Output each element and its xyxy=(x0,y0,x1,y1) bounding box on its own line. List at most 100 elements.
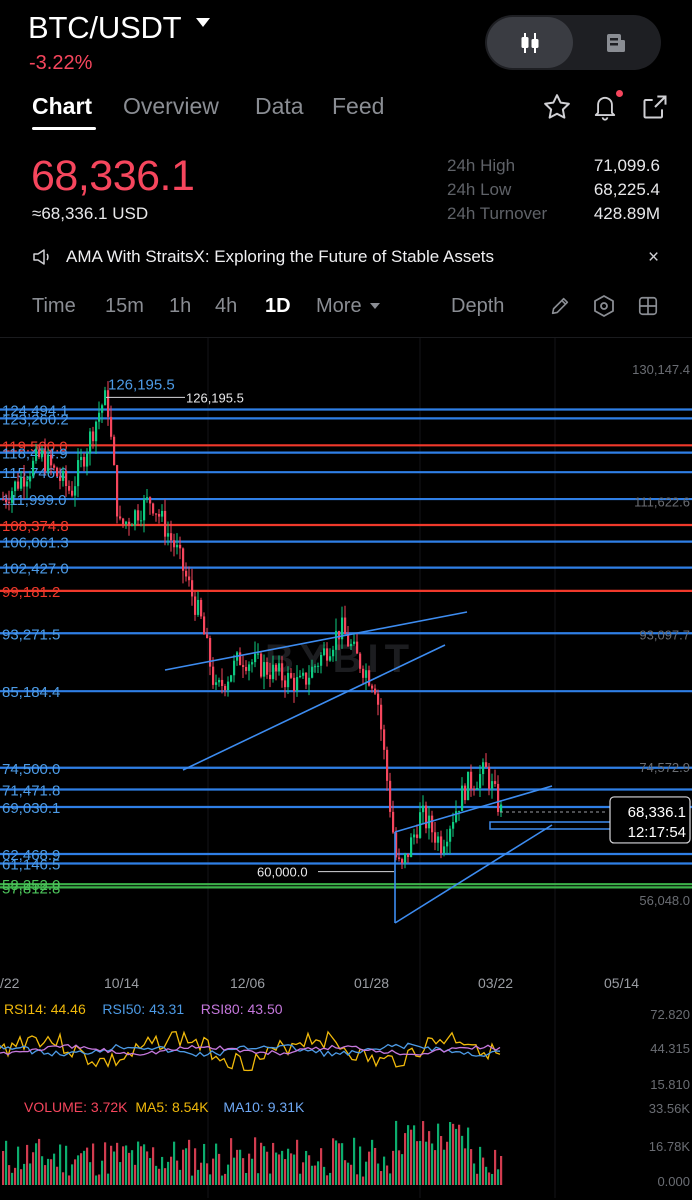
volume-bar xyxy=(152,1147,155,1185)
volume-bar xyxy=(74,1159,77,1185)
candle-body xyxy=(443,846,446,854)
volume-bar xyxy=(146,1151,149,1185)
price-chart[interactable]: BYBIT 124,494.1123,260.2119,500.0118,474… xyxy=(0,338,692,1200)
candle-body xyxy=(80,457,83,461)
volume-bar xyxy=(389,1173,392,1185)
timeframe-15m[interactable]: 15m xyxy=(105,295,144,318)
volume-bar xyxy=(125,1145,128,1185)
volume-bar xyxy=(200,1162,203,1185)
candle-body xyxy=(311,666,314,678)
candle-body xyxy=(86,453,89,467)
volume-bar xyxy=(278,1154,281,1185)
candle-body xyxy=(362,668,365,678)
volume-bar xyxy=(167,1161,170,1185)
candle-body xyxy=(230,675,233,682)
candle-body xyxy=(194,596,197,615)
high-marker-value: 126,195.5 xyxy=(186,390,244,405)
announcement-close-button[interactable]: × xyxy=(648,247,659,269)
volume-bar xyxy=(221,1175,224,1185)
candle-body xyxy=(206,634,209,639)
candle-body xyxy=(386,749,389,781)
volume-bar xyxy=(101,1160,104,1185)
more-caret-icon[interactable] xyxy=(370,303,380,309)
announcement-text[interactable]: AMA With StraitsX: Exploring the Future … xyxy=(66,247,494,267)
volume-bar xyxy=(68,1175,71,1185)
volume-bar xyxy=(41,1156,44,1185)
info-view-button[interactable] xyxy=(573,17,659,68)
layout-grid-icon[interactable] xyxy=(635,293,661,319)
timeframe-1h[interactable]: 1h xyxy=(169,295,191,318)
volume-bar xyxy=(419,1140,422,1185)
volume-bar xyxy=(113,1151,116,1185)
candle-body xyxy=(404,853,407,864)
candle-body xyxy=(146,497,149,500)
candle-body xyxy=(278,663,281,672)
y-axis-label: 130,147.4 xyxy=(632,362,690,377)
tab-feed[interactable]: Feed xyxy=(332,93,384,120)
candle-body xyxy=(92,431,95,442)
price-level-label: 69,030.1 xyxy=(2,800,60,817)
candle-body xyxy=(488,767,491,789)
candle-body xyxy=(461,785,464,811)
tab-overview[interactable]: Overview xyxy=(123,93,219,120)
candles-view-button[interactable] xyxy=(487,17,573,68)
timeframe-more[interactable]: More xyxy=(316,295,362,318)
volume-bar xyxy=(479,1146,482,1185)
rsi-legend-item: RSI80: 43.50 xyxy=(201,1001,283,1017)
volume-bar xyxy=(347,1162,350,1185)
share-icon[interactable] xyxy=(638,90,672,124)
tab-chart[interactable]: Chart xyxy=(32,93,92,120)
price-level-label: 99,181.2 xyxy=(2,584,60,601)
stat-label-high: 24h High xyxy=(447,156,516,175)
volume-bar xyxy=(14,1167,17,1185)
candle-body xyxy=(137,510,140,521)
candle-body xyxy=(254,653,257,663)
timeframe-time[interactable]: Time xyxy=(32,295,76,318)
volume-bar xyxy=(365,1161,368,1185)
volume-bar xyxy=(473,1163,476,1185)
candle-body xyxy=(389,780,392,812)
timeframe-1d[interactable]: 1D xyxy=(265,295,291,318)
volume-bar xyxy=(230,1138,233,1185)
volume-bar xyxy=(2,1151,5,1185)
volume-bar xyxy=(425,1141,428,1185)
price-level-label: 74,500.0 xyxy=(2,761,60,778)
x-axis-label: 10/14 xyxy=(104,975,139,991)
candle-body xyxy=(458,810,461,812)
stat-value-low: 68,225.4 xyxy=(593,180,660,199)
candle-body xyxy=(380,704,383,730)
trendline[interactable] xyxy=(394,824,553,924)
pair-dropdown-caret-icon[interactable] xyxy=(196,18,210,27)
candle-body xyxy=(44,450,47,472)
indicators-hexagon-icon[interactable] xyxy=(591,293,617,319)
candle-body xyxy=(449,828,452,842)
volume-bar xyxy=(194,1148,197,1185)
pair-title[interactable]: BTC/USDT xyxy=(28,10,182,46)
volume-bar xyxy=(137,1141,140,1185)
favorite-star-icon[interactable] xyxy=(540,90,574,124)
volume-bar xyxy=(215,1143,218,1185)
volume-bar xyxy=(386,1165,389,1185)
candle-body xyxy=(149,497,152,504)
rsi-legend-item: RSI50: 43.31 xyxy=(102,1001,184,1017)
zone-rectangle[interactable] xyxy=(489,821,626,830)
tab-data[interactable]: Data xyxy=(255,93,304,120)
volume-bar xyxy=(107,1173,110,1185)
candle-body xyxy=(335,630,338,650)
y-axis-label: 74,572.9 xyxy=(639,760,690,775)
candle-body xyxy=(272,664,275,680)
depth-tab[interactable]: Depth xyxy=(451,295,504,318)
low-marker-label: 60,000.0 xyxy=(257,865,308,880)
y-axis-label: 56,048.0 xyxy=(639,893,690,908)
timeframe-4h[interactable]: 4h xyxy=(215,295,237,318)
rsi-axis-label: 72.820 xyxy=(650,1007,690,1022)
candle-body xyxy=(209,638,212,667)
volume-axis-label: 0.000 xyxy=(657,1174,690,1189)
candle-body xyxy=(185,570,188,577)
volume-bar xyxy=(197,1169,200,1185)
candle-body xyxy=(2,499,5,501)
volume-legend-item: MA10: 9.31K xyxy=(223,1099,305,1115)
draw-pencil-icon[interactable] xyxy=(547,293,573,319)
candle-body xyxy=(89,431,92,454)
candle-body xyxy=(71,490,74,496)
